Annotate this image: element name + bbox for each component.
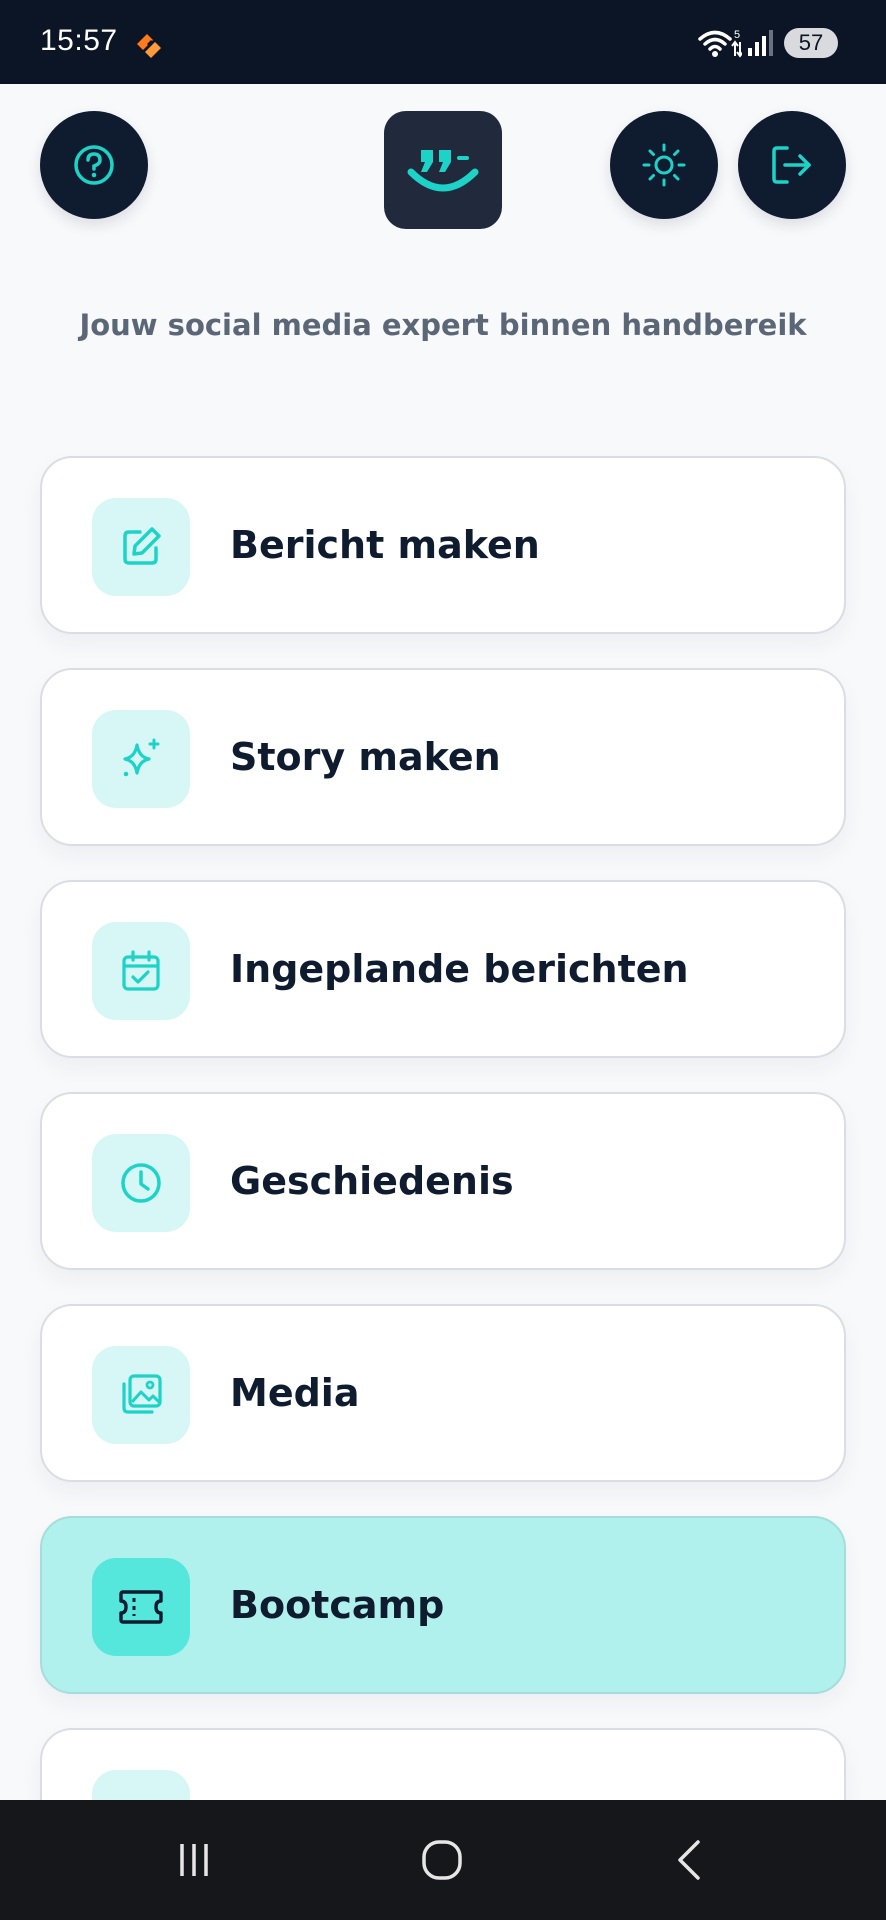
menu-item-geschiedenis[interactable]: Geschiedenis <box>40 1092 846 1270</box>
menu-item-label: Media <box>230 1371 360 1415</box>
logout-icon <box>772 146 811 184</box>
android-nav-bar <box>0 1800 886 1920</box>
recent-apps-icon <box>180 1844 208 1876</box>
clock-icon <box>92 1134 190 1232</box>
logout-button[interactable] <box>738 111 846 219</box>
menu-item-label: Bericht maken <box>230 523 540 567</box>
home-screen: Jouw social media expert binnen handbere… <box>0 84 886 1906</box>
edit-square-icon <box>92 498 190 596</box>
help-button[interactable] <box>40 111 148 219</box>
theme-toggle-button[interactable] <box>610 111 718 219</box>
menu-item-label: Ingeplande berichten <box>230 947 689 991</box>
menu-item-story-maken[interactable]: Story maken <box>40 668 846 846</box>
app-logo <box>384 111 502 229</box>
menu-item-media[interactable]: Media <box>40 1304 846 1482</box>
signal-icon <box>748 30 773 56</box>
back-button[interactable] <box>650 1830 730 1890</box>
menu-item-bootcamp[interactable]: Bootcamp <box>40 1516 846 1694</box>
sun-icon <box>642 143 686 187</box>
wifi-icon: 5 <box>698 29 742 58</box>
image-stack-icon <box>92 1346 190 1444</box>
question-circle-icon <box>74 145 114 185</box>
app-notification-icon <box>137 34 161 58</box>
menu-item-label: Story maken <box>230 735 501 779</box>
home-icon <box>422 1840 462 1880</box>
menu-item-label: Geschiedenis <box>230 1159 514 1203</box>
network-type-label: 5 <box>734 29 740 41</box>
home-button[interactable] <box>402 1830 482 1890</box>
menu-item-label: Bootcamp <box>230 1583 445 1627</box>
status-time: 15:57 <box>40 24 118 57</box>
sparkles-icon <box>92 710 190 808</box>
status-bar: 15:57 5 57 <box>0 0 886 84</box>
ticket-icon <box>92 1558 190 1656</box>
menu-item-bericht-maken[interactable]: Bericht maken <box>40 456 846 634</box>
quote-smile-logo-icon <box>407 150 479 192</box>
menu-item-ingeplande-berichten[interactable]: Ingeplande berichten <box>40 880 846 1058</box>
tagline: Jouw social media expert binnen handbere… <box>79 308 807 342</box>
back-icon <box>678 1840 700 1880</box>
battery-indicator: 57 <box>784 28 838 58</box>
recent-apps-button[interactable] <box>154 1830 234 1890</box>
calendar-check-icon <box>92 922 190 1020</box>
